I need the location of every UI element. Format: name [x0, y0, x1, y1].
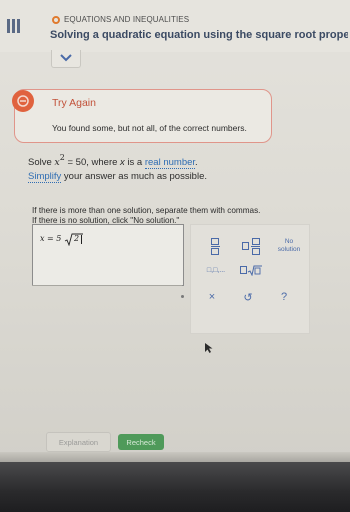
problem-is-a: is a [124, 157, 145, 168]
math-keypad: No solution □,□,... × ↺ ? [190, 224, 310, 334]
undo-button[interactable]: ↺ [239, 289, 257, 305]
topic-row: EQUATIONS AND INEQUALITIES [52, 15, 189, 24]
comma-key[interactable]: □,□,... [199, 263, 233, 277]
mixed-number-icon [242, 242, 249, 250]
explanation-button[interactable]: Explanation [46, 432, 111, 452]
bottom-shadow [0, 452, 350, 462]
feedback-icon [12, 90, 34, 112]
help-button[interactable]: ? [275, 289, 293, 305]
screen: EQUATIONS AND INEQUALITIES Solving a qua… [0, 0, 350, 462]
real-number-link[interactable]: real number [144, 157, 196, 169]
header: EQUATIONS AND INEQUALITIES Solving a qua… [0, 0, 350, 52]
menu-icon[interactable] [7, 19, 21, 33]
text-cursor [81, 234, 83, 244]
dot-marker [181, 295, 184, 298]
clear-button[interactable]: × [203, 289, 221, 305]
recheck-button[interactable]: Recheck [118, 434, 164, 450]
progress-ring-icon [52, 15, 60, 24]
problem-prefix: Solve [28, 157, 55, 168]
problem-exponent: 2 [59, 153, 65, 162]
fraction-key[interactable] [205, 235, 225, 257]
expand-button[interactable] [51, 50, 81, 68]
square-root-icon [247, 265, 262, 276]
mouse-pointer-icon [205, 343, 213, 353]
problem-base: x [54, 157, 60, 168]
problem-statement: Solve x2 = 50, where x is a real number. [28, 153, 198, 169]
simplify-link[interactable]: Simplify [28, 171, 62, 183]
fraction-icon [210, 237, 220, 255]
answer-divider [32, 285, 182, 286]
page-title: Solving a quadratic equation using the s… [50, 29, 348, 41]
feedback-title: Try Again [52, 97, 96, 109]
problem-period: . [195, 157, 198, 168]
answer-expression: x = 5 2 [40, 232, 92, 247]
simplify-instruction: Simplify your answer as much as possible… [28, 171, 207, 183]
instruction-line-1: If there is more than one solution, sepa… [32, 206, 261, 215]
no-solution-button[interactable]: No solution [273, 235, 305, 257]
topic-label: EQUATIONS AND INEQUALITIES [64, 15, 190, 24]
monitor-bezel [0, 462, 350, 512]
answer-lhs: x = 5 [40, 234, 62, 243]
feedback-message: You found some, but not all, of the corr… [52, 123, 247, 133]
answer-radicand: 2 [73, 234, 80, 243]
problem-equation: = 50, where [64, 157, 121, 168]
square-root-key[interactable] [237, 263, 265, 277]
chevron-down-icon [60, 54, 72, 62]
mixed-number-key[interactable] [239, 235, 263, 257]
simplify-rest: your answer as much as possible. [61, 171, 207, 182]
